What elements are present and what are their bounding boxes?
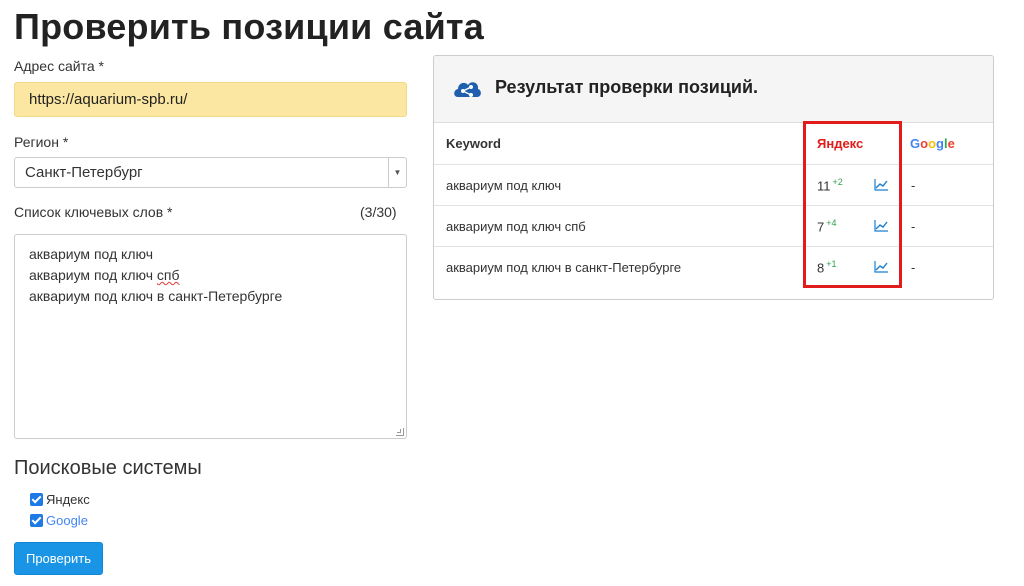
row-keyword: аквариум под ключ — [446, 178, 562, 193]
region-select[interactable]: Санкт-Петербург ▼ — [14, 157, 407, 188]
check-button[interactable]: Проверить — [14, 542, 103, 575]
share-icon — [454, 82, 481, 97]
results-title: Результат проверки позиций. — [495, 77, 759, 97]
table-row: аквариум под ключ 11 +2 - — [434, 165, 993, 206]
row-keyword: аквариум под ключ спб — [446, 219, 586, 234]
results-panel-header: Результат проверки позиций. — [434, 56, 993, 123]
keyword-text: аквариум под ключ — [29, 267, 157, 283]
google-position: - — [911, 178, 916, 193]
spellcheck-flagged-word: спб — [156, 267, 180, 283]
page-title: Проверить позиции сайта — [14, 6, 484, 47]
yandex-column-highlight — [803, 121, 902, 288]
url-label: Адрес сайта * — [14, 58, 104, 74]
table-row: аквариум под ключ спб 7 +4 - — [434, 206, 993, 247]
column-google: Google — [910, 136, 955, 151]
keywords-label: Список ключевых слов * — [14, 204, 173, 220]
chevron-down-icon[interactable]: ▼ — [388, 158, 406, 187]
keyword-line: аквариум под ключ — [29, 246, 153, 262]
keyword-line: аквариум под ключ в санкт-Петербурге — [29, 288, 283, 304]
region-value: Санкт-Петербург — [25, 164, 143, 181]
google-label: Google — [46, 513, 88, 528]
engine-checkbox-google[interactable]: Google — [30, 513, 88, 528]
checkbox-checked-icon[interactable] — [30, 493, 43, 506]
table-header: Keyword Яндекс Google — [434, 123, 993, 165]
engine-checkbox-yandex[interactable]: Яндекс — [30, 492, 90, 507]
url-input[interactable]: https://aquarium-spb.ru/ — [14, 82, 407, 117]
keyword-line: аквариум под ключ спб — [29, 265, 392, 286]
results-panel: Результат проверки позиций. Keyword Янде… — [433, 55, 994, 300]
row-keyword: аквариум под ключ в санкт-Петербурге — [446, 260, 682, 275]
region-label: Регион * — [14, 134, 69, 150]
engines-heading: Поисковые системы — [14, 457, 202, 479]
yandex-label: Яндекс — [46, 492, 90, 507]
google-position: - — [911, 219, 916, 234]
keywords-counter: (3/30) — [360, 204, 397, 220]
resize-handle-icon[interactable] — [396, 428, 404, 436]
checkbox-checked-icon[interactable] — [30, 514, 43, 527]
google-position: - — [911, 260, 916, 275]
column-keyword: Keyword — [446, 136, 501, 151]
keywords-textarea[interactable]: аквариум под ключ аквариум под ключ спб … — [14, 234, 407, 439]
table-row: аквариум под ключ в санкт-Петербурге 8 +1… — [434, 247, 993, 288]
